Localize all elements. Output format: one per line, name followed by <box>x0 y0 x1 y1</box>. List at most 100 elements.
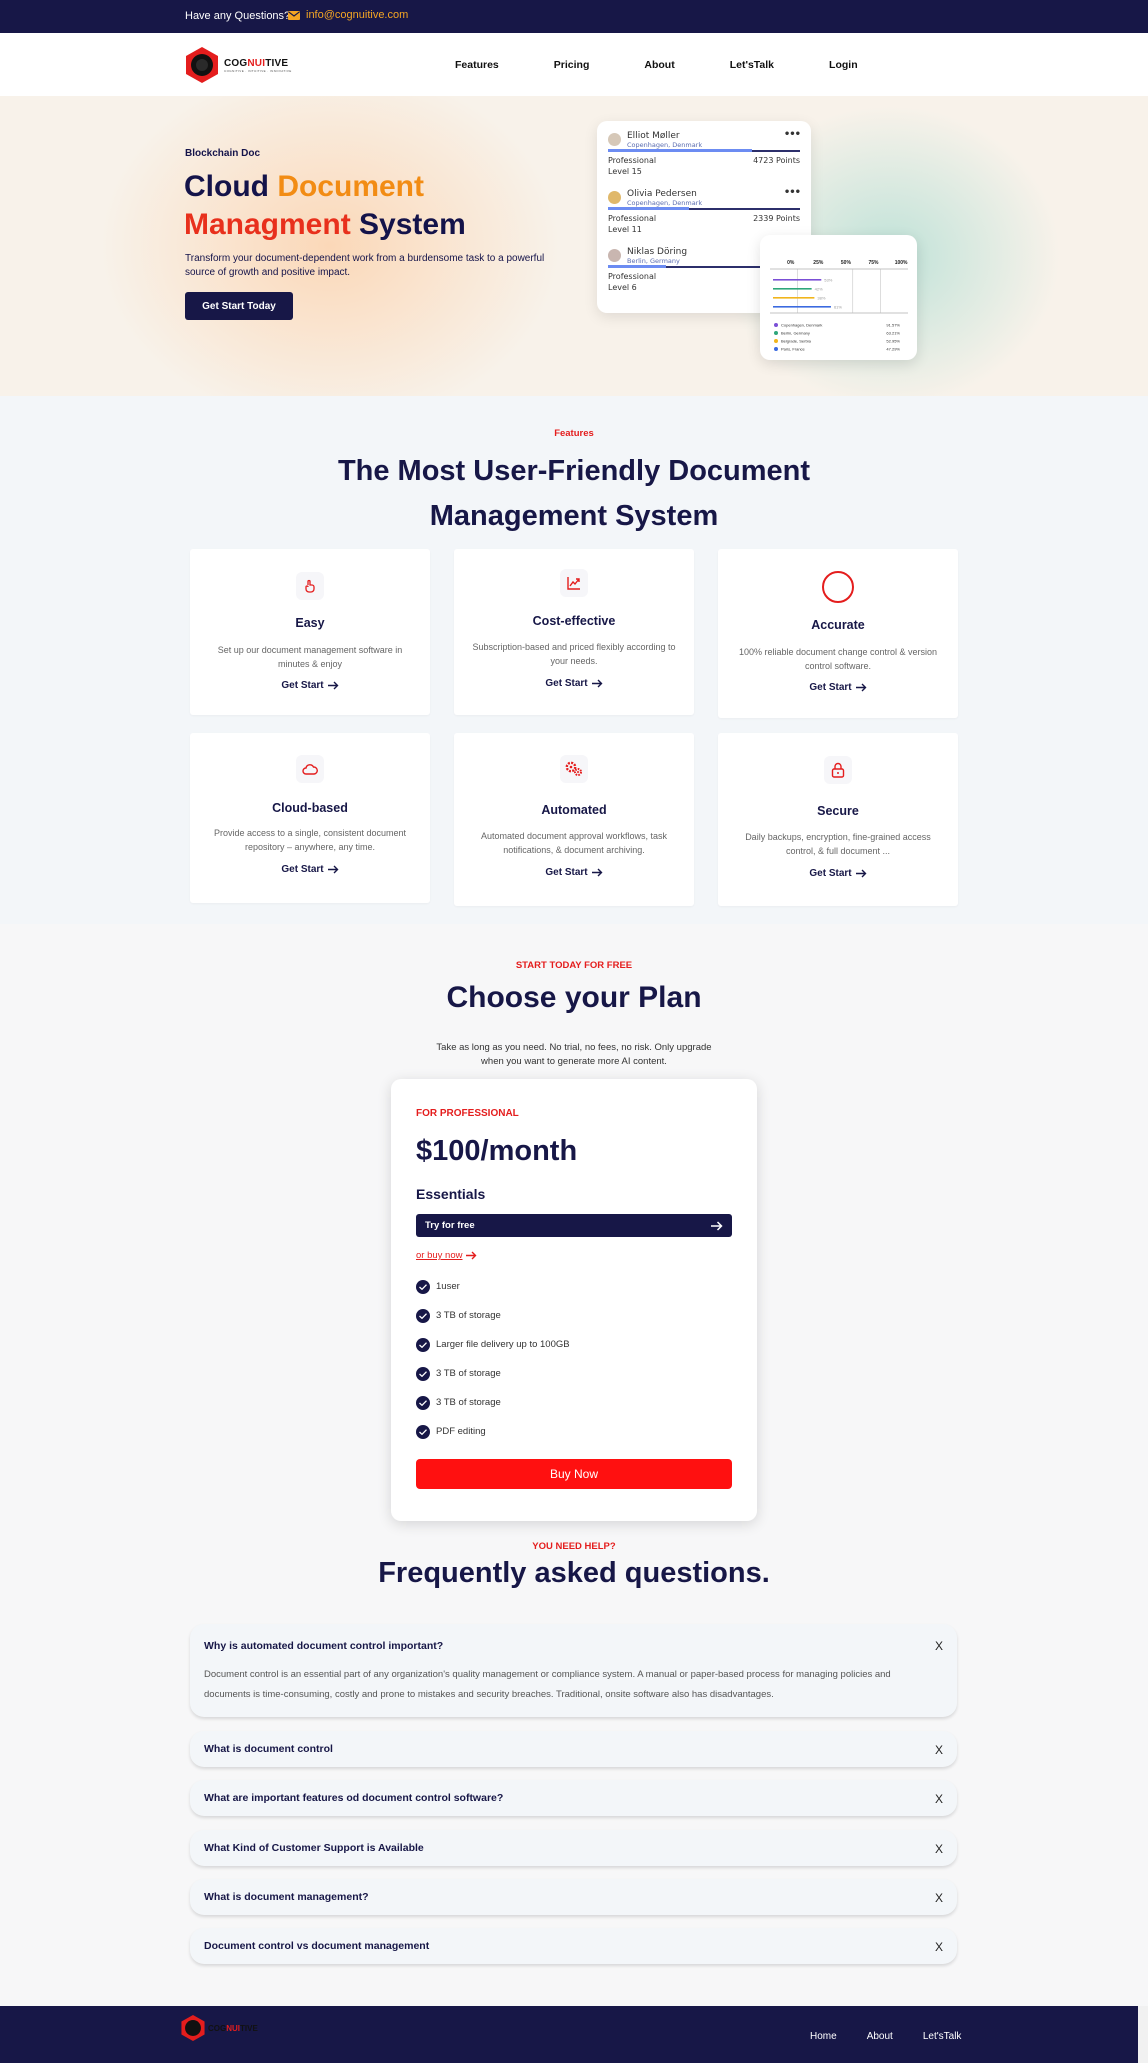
footer-link-home[interactable]: Home <box>810 2031 837 2042</box>
user-location: Copenhagen, Denmark <box>627 199 703 207</box>
cloud-icon <box>296 755 324 783</box>
hand-pointer-icon <box>296 572 324 600</box>
pricing-section: START TODAY FOR FREE Choose your Plan Ta… <box>0 924 1148 1541</box>
faq-question: What are important features od document … <box>204 1792 504 1804</box>
bar-value-label: 53% <box>824 278 832 283</box>
feature-card-accurate: Accurate 100% reliable document change c… <box>718 549 958 718</box>
bar-value-label: 38% <box>817 296 825 301</box>
get-start-today-button[interactable]: Get Start Today <box>185 292 293 320</box>
faq-item[interactable]: What is document control X <box>190 1731 957 1767</box>
check-icon <box>416 1366 430 1381</box>
check-icon <box>416 1279 430 1294</box>
faq-kicker: YOU NEED HELP? <box>532 1541 616 1552</box>
feature-desc: Set up our document management software … <box>217 645 403 669</box>
plan-feature-item: Larger file delivery up to 100GB <box>416 1330 570 1359</box>
faq-item[interactable]: What are important features od document … <box>190 1780 957 1816</box>
chart-bar <box>773 297 815 299</box>
user-points: 2339 Points <box>753 214 800 223</box>
get-start-link[interactable]: Get Start <box>718 682 958 693</box>
brand-name: COGNUITIVE <box>224 57 289 69</box>
brand-logo[interactable]: COGNUITIVE COGNITIVE · INTUITIVE · INNOV… <box>184 46 292 84</box>
check-icon <box>416 1424 430 1439</box>
faq-question: Document control vs document management <box>204 1940 430 1952</box>
footer-link-lets-talk[interactable]: Let'sTalk <box>923 2031 962 2042</box>
chart-bar <box>773 279 822 281</box>
plan-audience: FOR PROFESSIONAL <box>416 1108 519 1119</box>
more-icon[interactable]: ••• <box>784 129 801 140</box>
nav-pricing[interactable]: Pricing <box>554 59 590 71</box>
get-start-link[interactable]: Get Start <box>718 868 958 879</box>
plan-price: $100/month <box>416 1135 578 1167</box>
hexagon-logo-icon <box>186 47 218 83</box>
try-for-free-button[interactable]: Try for free <box>416 1214 732 1237</box>
mail-icon <box>288 10 300 20</box>
user-name: Niklas Döring <box>627 247 688 257</box>
legend-value: 91.57% <box>886 323 900 328</box>
legend-label: Berlin, Germany <box>781 331 810 336</box>
user-name: Elliot Møller <box>627 131 680 141</box>
user-location: Berlin, Germany <box>627 257 680 265</box>
pricing-lead: Take as long as you need. No trial, no f… <box>436 1042 712 1067</box>
user-role: Professional <box>608 214 657 223</box>
arrow-right-icon <box>591 868 603 877</box>
get-start-link[interactable]: Get Start <box>190 680 430 691</box>
legend-value: 52.95% <box>886 339 900 344</box>
legend-label: Belgrade, Serbia <box>781 339 812 344</box>
footer-logo[interactable]: COGNUITIVE <box>180 2014 258 2042</box>
hero-kicker: Blockchain Doc <box>185 148 261 159</box>
nav-about[interactable]: About <box>644 59 674 71</box>
legend-swatch <box>774 339 778 343</box>
check-icon <box>416 1308 430 1323</box>
close-icon[interactable]: X <box>935 1842 943 1856</box>
progress-bar <box>608 149 800 152</box>
avatar <box>608 133 621 146</box>
nav-lets-talk[interactable]: Let'sTalk <box>730 59 774 71</box>
or-buy-now-link[interactable]: or buy now <box>416 1250 477 1261</box>
feature-title: Automated <box>541 803 607 817</box>
email-link[interactable]: info@cognuitive.com <box>288 9 408 21</box>
faq-question: What is document management? <box>204 1891 369 1903</box>
features-kicker: Features <box>554 428 594 439</box>
feature-card-cloud-based: Cloud-based Provide access to a single, … <box>190 733 430 903</box>
feature-desc: Subscription-based and priced flexibly a… <box>472 642 676 666</box>
close-icon[interactable]: X <box>935 1792 943 1806</box>
user-level: Level 15 <box>608 167 642 176</box>
buy-now-button[interactable]: Buy Now <box>416 1459 732 1489</box>
nav-menu: Features Pricing About Let'sTalk Login <box>455 59 913 71</box>
user-level: Level 6 <box>608 283 637 292</box>
features-title: The Most User-Friendly Document Managemen… <box>337 455 811 532</box>
check-icon <box>416 1395 430 1410</box>
close-icon[interactable]: X <box>935 1743 943 1757</box>
faq-item[interactable]: Document control vs document management … <box>190 1928 957 1964</box>
get-start-link[interactable]: Get Start <box>454 867 694 878</box>
user-role: Professional <box>608 156 657 165</box>
arrow-right-icon <box>591 679 603 688</box>
faq-title: Frequently asked questions. <box>378 1557 770 1589</box>
page-scrollbar[interactable] <box>1138 2006 1148 2063</box>
faq-question: Why is automated document control import… <box>204 1640 444 1652</box>
feature-card-easy: Easy Set up our document management soft… <box>190 549 430 715</box>
close-icon[interactable]: X <box>935 1891 943 1905</box>
faq-item[interactable]: What Kind of Customer Support is Availab… <box>190 1830 957 1866</box>
legend-swatch <box>774 331 778 335</box>
hero-subtitle: Transform your document-dependent work f… <box>185 253 545 278</box>
plan-name: Essentials <box>416 1186 486 1202</box>
faq-item[interactable]: What is document management? X <box>190 1879 957 1915</box>
user-name: Olivia Pedersen <box>627 189 697 199</box>
faq-item-expanded[interactable]: Why is automated document control import… <box>190 1624 957 1717</box>
nav-features[interactable]: Features <box>455 59 499 71</box>
get-start-link[interactable]: Get Start <box>190 864 430 875</box>
plan-feature-item: PDF editing <box>416 1417 570 1446</box>
user-level: Level 11 <box>608 225 642 234</box>
close-icon[interactable]: X <box>935 1639 943 1653</box>
footer-link-about[interactable]: About <box>867 2031 893 2042</box>
close-icon[interactable]: X <box>935 1940 943 1954</box>
feature-card-automated: Automated Automated document approval wo… <box>454 733 694 906</box>
feature-desc: Provide access to a single, consistent d… <box>213 828 407 852</box>
trend-chart-icon <box>560 569 588 597</box>
get-start-link[interactable]: Get Start <box>454 678 694 689</box>
plan-feature-item: 1user <box>416 1272 570 1301</box>
more-icon[interactable]: ••• <box>784 187 801 198</box>
nav-login[interactable]: Login <box>829 59 858 71</box>
user-points: 4723 Points <box>753 156 800 165</box>
